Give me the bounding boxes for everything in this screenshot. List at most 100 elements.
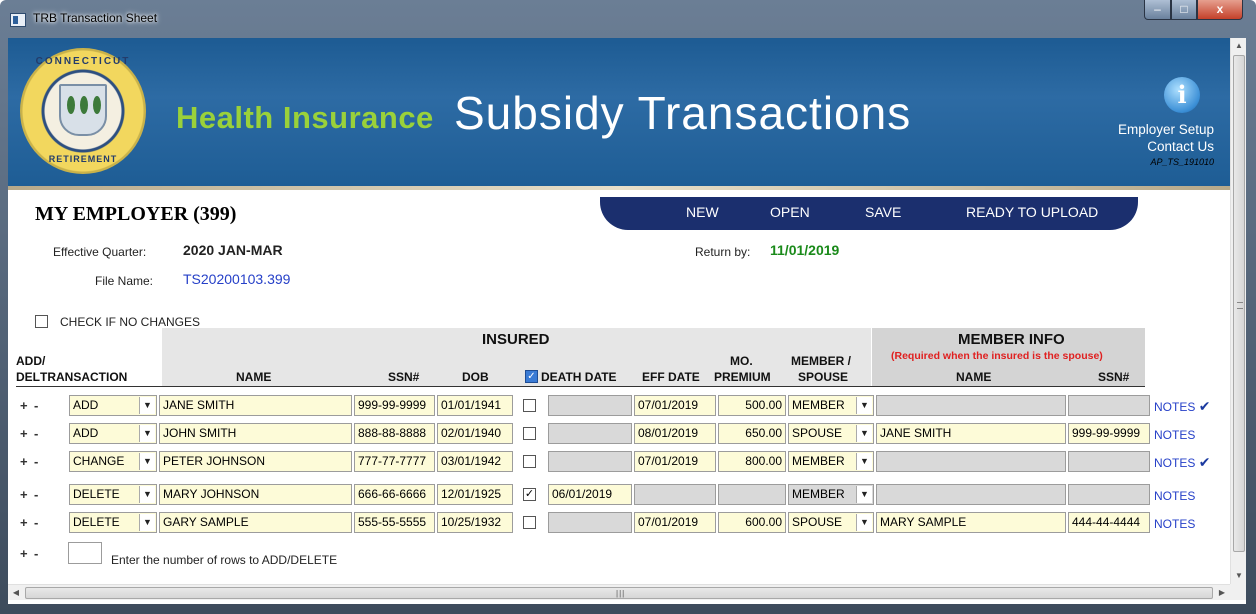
- transaction-select[interactable]: DELETE ▼: [69, 512, 157, 533]
- member-name-field[interactable]: JANE SMITH: [876, 423, 1066, 444]
- death-select-all-checkbox[interactable]: ✓: [525, 370, 538, 383]
- eff-date-field[interactable]: 07/01/2019: [634, 451, 716, 472]
- horizontal-scroll-thumb[interactable]: |||: [25, 587, 1213, 599]
- premium-field[interactable]: [718, 484, 786, 505]
- vertical-scroll-thumb[interactable]: [1233, 55, 1245, 552]
- death-checkbox[interactable]: [523, 455, 536, 468]
- add-rows-button[interactable]: +: [20, 546, 28, 561]
- info-icon[interactable]: i: [1164, 77, 1200, 113]
- open-button[interactable]: OPEN: [770, 204, 810, 220]
- ssn-field[interactable]: 888-88-8888: [354, 423, 435, 444]
- ssn-field[interactable]: 666-66-6666: [354, 484, 435, 505]
- notes-link[interactable]: NOTES ✔: [1154, 454, 1210, 471]
- death-date-field[interactable]: [548, 395, 632, 416]
- employer-setup-link[interactable]: Employer Setup: [1118, 122, 1214, 137]
- ssn-field[interactable]: 999-99-9999: [354, 395, 435, 416]
- member-spouse-select[interactable]: MEMBER ▼: [788, 395, 874, 416]
- notes-link[interactable]: NOTES ✔: [1154, 398, 1210, 415]
- chevron-down-icon: ▼: [856, 453, 872, 470]
- member-name-field[interactable]: [876, 451, 1066, 472]
- premium-field[interactable]: 650.00: [718, 423, 786, 444]
- ready-to-upload-button[interactable]: READY TO UPLOAD: [966, 204, 1098, 220]
- ssn-field[interactable]: 555-55-5555: [354, 512, 435, 533]
- notes-link[interactable]: NOTES: [1154, 515, 1195, 531]
- name-field[interactable]: JOHN SMITH: [159, 423, 352, 444]
- member-spouse-select[interactable]: SPOUSE ▼: [788, 423, 874, 444]
- death-checkbox[interactable]: [523, 399, 536, 412]
- chevron-down-icon: ▼: [856, 397, 872, 414]
- delete-row-button[interactable]: -: [34, 426, 38, 441]
- eff-date-field[interactable]: 07/01/2019: [634, 395, 716, 416]
- name-field[interactable]: JANE SMITH: [159, 395, 352, 416]
- name-field[interactable]: MARY JOHNSON: [159, 484, 352, 505]
- add-row-button[interactable]: +: [20, 426, 28, 441]
- transaction-select[interactable]: ADD ▼: [69, 423, 157, 444]
- notes-link[interactable]: NOTES: [1154, 426, 1195, 442]
- add-row-button[interactable]: +: [20, 398, 28, 413]
- ssn-field[interactable]: 777-77-7777: [354, 451, 435, 472]
- notes-link[interactable]: NOTES: [1154, 487, 1195, 503]
- transaction-select[interactable]: DELETE ▼: [69, 484, 157, 505]
- name-field[interactable]: GARY SAMPLE: [159, 512, 352, 533]
- premium-field[interactable]: 800.00: [718, 451, 786, 472]
- title-bar[interactable]: TRB Transaction Sheet – □ x: [0, 0, 1256, 38]
- member-spouse-select[interactable]: MEMBER ▼: [788, 451, 874, 472]
- death-date-field[interactable]: [548, 512, 632, 533]
- member-name-field[interactable]: [876, 395, 1066, 416]
- contact-us-link[interactable]: Contact Us: [1147, 139, 1214, 154]
- member-ssn-field[interactable]: [1068, 395, 1150, 416]
- member-ssn-field[interactable]: 444-44-4444: [1068, 512, 1150, 533]
- death-checkbox[interactable]: [523, 516, 536, 529]
- horizontal-scrollbar[interactable]: ◀ ||| ▶: [8, 584, 1230, 600]
- delete-row-button[interactable]: -: [34, 487, 38, 502]
- add-row-button[interactable]: +: [20, 454, 28, 469]
- member-ssn-field[interactable]: [1068, 484, 1150, 505]
- death-date-field[interactable]: 06/01/2019: [548, 484, 632, 505]
- row-count-input[interactable]: [68, 542, 102, 564]
- member-spouse-select[interactable]: MEMBER ▼: [788, 484, 874, 505]
- member-ssn-field[interactable]: [1068, 451, 1150, 472]
- dob-field[interactable]: 03/01/1942: [437, 451, 513, 472]
- premium-field[interactable]: 500.00: [718, 395, 786, 416]
- scroll-left-icon[interactable]: ◀: [8, 585, 24, 601]
- scroll-down-icon[interactable]: ▼: [1231, 568, 1246, 584]
- new-button[interactable]: NEW: [686, 204, 719, 220]
- maximize-button[interactable]: □: [1171, 0, 1197, 20]
- add-del-header-2: DEL: [16, 370, 40, 384]
- scroll-up-icon[interactable]: ▲: [1231, 38, 1246, 54]
- name-field[interactable]: PETER JOHNSON: [159, 451, 352, 472]
- minimize-button[interactable]: –: [1144, 0, 1171, 20]
- eff-date-field[interactable]: [634, 484, 716, 505]
- dob-field[interactable]: 01/01/1941: [437, 395, 513, 416]
- delete-row-button[interactable]: -: [34, 398, 38, 413]
- delete-row-button[interactable]: -: [34, 454, 38, 469]
- dob-field[interactable]: 12/01/1925: [437, 484, 513, 505]
- member-name-field[interactable]: MARY SAMPLE: [876, 512, 1066, 533]
- member-spouse-select[interactable]: SPOUSE ▼: [788, 512, 874, 533]
- eff-date-field[interactable]: 07/01/2019: [634, 512, 716, 533]
- scroll-right-icon[interactable]: ▶: [1214, 585, 1230, 601]
- client-area: CONNECTICUT RETIREMENT Health Insurance …: [8, 38, 1246, 604]
- close-button[interactable]: x: [1197, 0, 1243, 20]
- no-changes-checkbox[interactable]: [35, 315, 48, 328]
- dob-field[interactable]: 02/01/1940: [437, 423, 513, 444]
- premium-field[interactable]: 600.00: [718, 512, 786, 533]
- eff-date-field[interactable]: 08/01/2019: [634, 423, 716, 444]
- notes-label: NOTES: [1154, 428, 1196, 442]
- member-name-field[interactable]: [876, 484, 1066, 505]
- add-row-button[interactable]: +: [20, 515, 28, 530]
- member-ssn-field[interactable]: 999-99-9999: [1068, 423, 1150, 444]
- death-date-field[interactable]: [548, 423, 632, 444]
- save-button[interactable]: SAVE: [865, 204, 901, 220]
- dob-field[interactable]: 10/25/1932: [437, 512, 513, 533]
- death-checkbox[interactable]: [523, 427, 536, 440]
- transaction-select[interactable]: ADD ▼: [69, 395, 157, 416]
- transaction-value: ADD: [73, 398, 99, 412]
- death-date-field[interactable]: [548, 451, 632, 472]
- delete-row-button[interactable]: -: [34, 515, 38, 530]
- add-row-button[interactable]: +: [20, 487, 28, 502]
- transaction-select[interactable]: CHANGE ▼: [69, 451, 157, 472]
- delete-rows-button[interactable]: -: [34, 546, 38, 561]
- vertical-scrollbar[interactable]: ▲ ▼: [1230, 38, 1246, 584]
- death-checkbox[interactable]: ✓: [523, 488, 536, 501]
